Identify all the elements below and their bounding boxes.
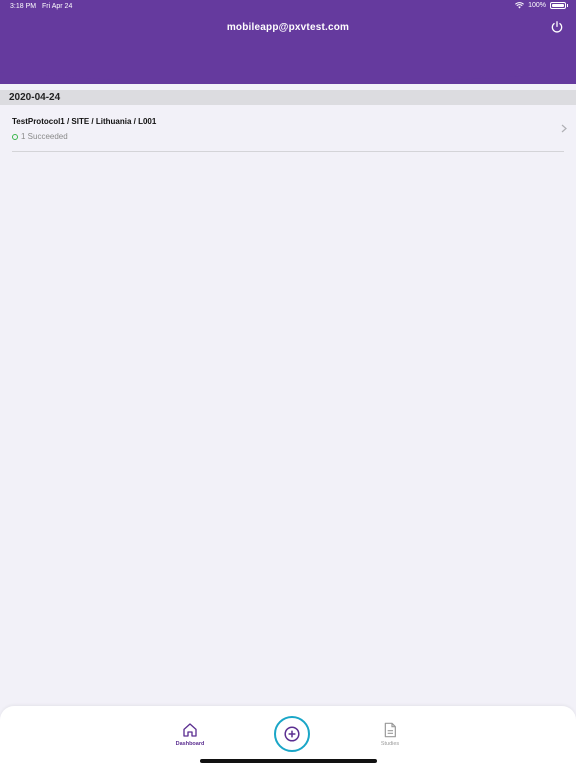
section-date: 2020-04-24 [9, 92, 61, 103]
chevron-right-icon [561, 124, 567, 133]
item-status-text: 1 Succeeded [21, 132, 68, 141]
tab-studies-label: Studies [380, 741, 400, 747]
header-curve [0, 56, 576, 84]
battery-tip [567, 4, 568, 7]
list-item[interactable]: TestProtocol1 / SITE / Lithuania / L001 … [0, 106, 576, 152]
item-title: TestProtocol1 / SITE / Lithuania / L001 [12, 117, 157, 126]
tab-dashboard-label: Dashboard [175, 741, 205, 747]
home-icon [183, 723, 197, 737]
tab-studies[interactable]: Studies [360, 722, 420, 747]
home-indicator [200, 759, 377, 763]
item-status: 1 Succeeded [12, 132, 68, 141]
battery-percent: 100% [528, 2, 546, 9]
battery-icon [550, 2, 566, 9]
add-button[interactable] [274, 716, 310, 752]
status-date: Fri Apr 24 [42, 3, 73, 10]
document-icon [384, 722, 396, 738]
status-bar: 3:18 PM Fri Apr 24 100% [0, 0, 576, 14]
tab-dashboard[interactable]: Dashboard [160, 722, 220, 747]
status-right: 100% [515, 2, 568, 9]
item-divider [12, 151, 564, 152]
status-time: 3:18 PM [10, 3, 37, 10]
date-section-header: 2020-04-24 [0, 90, 576, 105]
account-email: mobileapp@pxvtest.com [226, 22, 350, 33]
plus-circle-icon [284, 726, 300, 742]
wifi-icon [515, 2, 525, 9]
status-dot-icon [12, 133, 18, 140]
power-icon[interactable] [550, 20, 564, 34]
